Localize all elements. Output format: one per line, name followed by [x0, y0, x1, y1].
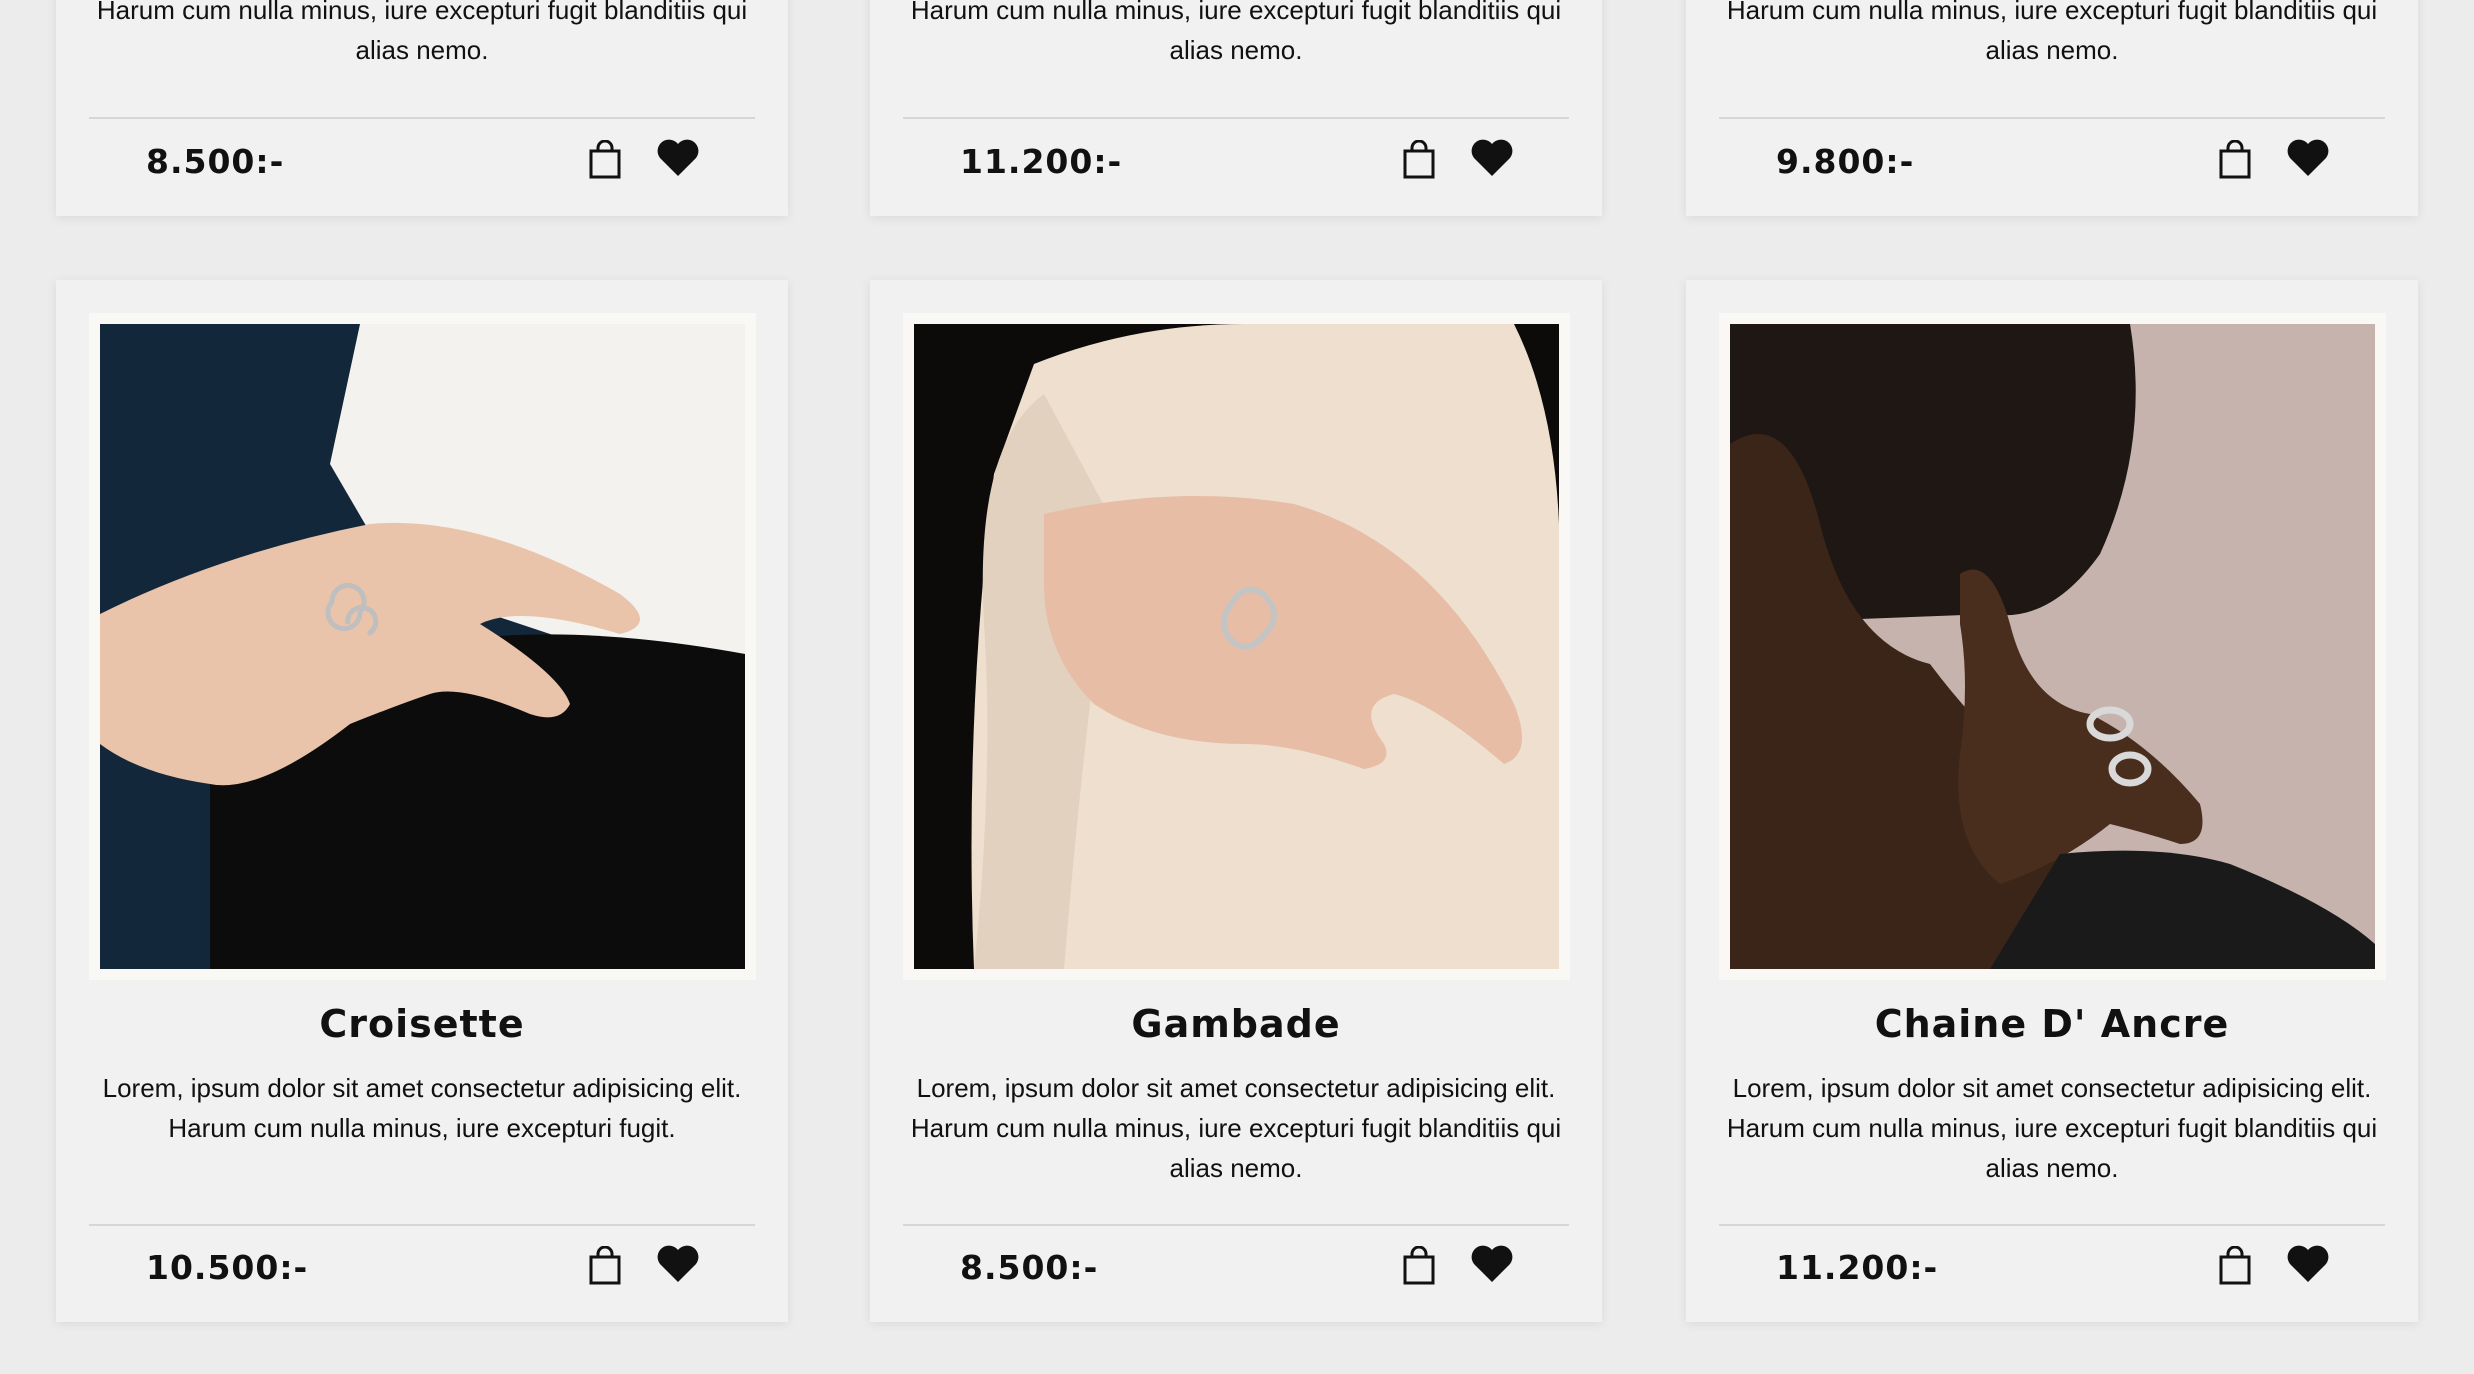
heart-icon[interactable] [1470, 1244, 1514, 1284]
card-footer: 9.800:- [1686, 126, 2418, 206]
product-description: Lorem, ipsum dolor sit amet consectetur … [910, 1073, 1562, 1183]
product-price: 8.500:- [960, 1248, 1099, 1287]
card-divider [903, 117, 1569, 119]
shopping-bag-icon[interactable] [588, 140, 622, 180]
product-description: Lorem, ipsum dolor sit amet consectetur … [102, 1073, 742, 1143]
heart-icon[interactable] [2286, 138, 2330, 178]
product-image[interactable] [914, 324, 1559, 969]
shopping-bag-icon[interactable] [1402, 1246, 1436, 1286]
card-footer: 8.500:- [870, 1232, 1602, 1312]
product-title: Chaine D' Ancre [1874, 1002, 2230, 1046]
product-image-frame [903, 313, 1570, 980]
product-price: 11.200:- [960, 142, 1123, 181]
product-price: 11.200:- [1776, 1248, 1939, 1287]
product-image[interactable] [1730, 324, 2375, 969]
card-footer: 10.500:- [56, 1232, 788, 1312]
heart-icon[interactable] [2286, 1244, 2330, 1284]
card-divider [89, 117, 755, 119]
product-description: Harum cum nulla minus, iure excepturi fu… [910, 0, 1562, 65]
product-card: Harum cum nulla minus, iure excepturi fu… [1686, 0, 2418, 216]
product-card: Harum cum nulla minus, iure excepturi fu… [870, 0, 1602, 216]
shopping-bag-icon[interactable] [2218, 1246, 2252, 1286]
product-image-frame [89, 313, 756, 980]
card-footer: 8.500:- [56, 126, 788, 206]
product-title: Croisette [319, 1002, 525, 1046]
product-card: Gambade Lorem, ipsum dolor sit amet cons… [870, 280, 1602, 1322]
shopping-bag-icon[interactable] [1402, 140, 1436, 180]
product-card: Croisette Lorem, ipsum dolor sit amet co… [56, 280, 788, 1322]
heart-icon[interactable] [656, 1244, 700, 1284]
product-price: 10.500:- [146, 1248, 309, 1287]
heart-icon[interactable] [1470, 138, 1514, 178]
heart-icon[interactable] [656, 138, 700, 178]
card-divider [1719, 1224, 2385, 1226]
product-description: Harum cum nulla minus, iure excepturi fu… [1726, 0, 2378, 65]
card-divider [1719, 117, 2385, 119]
product-grid: Harum cum nulla minus, iure excepturi fu… [0, 0, 2474, 1374]
product-image[interactable] [100, 324, 745, 969]
shopping-bag-icon[interactable] [588, 1246, 622, 1286]
product-card: Chaine D' Ancre Lorem, ipsum dolor sit a… [1686, 280, 2418, 1322]
product-image-frame [1719, 313, 2386, 980]
product-description: Harum cum nulla minus, iure excepturi fu… [96, 0, 748, 65]
product-card: Harum cum nulla minus, iure excepturi fu… [56, 0, 788, 216]
card-footer: 11.200:- [870, 126, 1602, 206]
shopping-bag-icon[interactable] [2218, 140, 2252, 180]
card-divider [903, 1224, 1569, 1226]
product-price: 9.800:- [1776, 142, 1915, 181]
card-divider [89, 1224, 755, 1226]
product-title: Gambade [1131, 1002, 1341, 1046]
card-footer: 11.200:- [1686, 1232, 2418, 1312]
product-price: 8.500:- [146, 142, 285, 181]
product-description: Lorem, ipsum dolor sit amet consectetur … [1726, 1073, 2378, 1183]
